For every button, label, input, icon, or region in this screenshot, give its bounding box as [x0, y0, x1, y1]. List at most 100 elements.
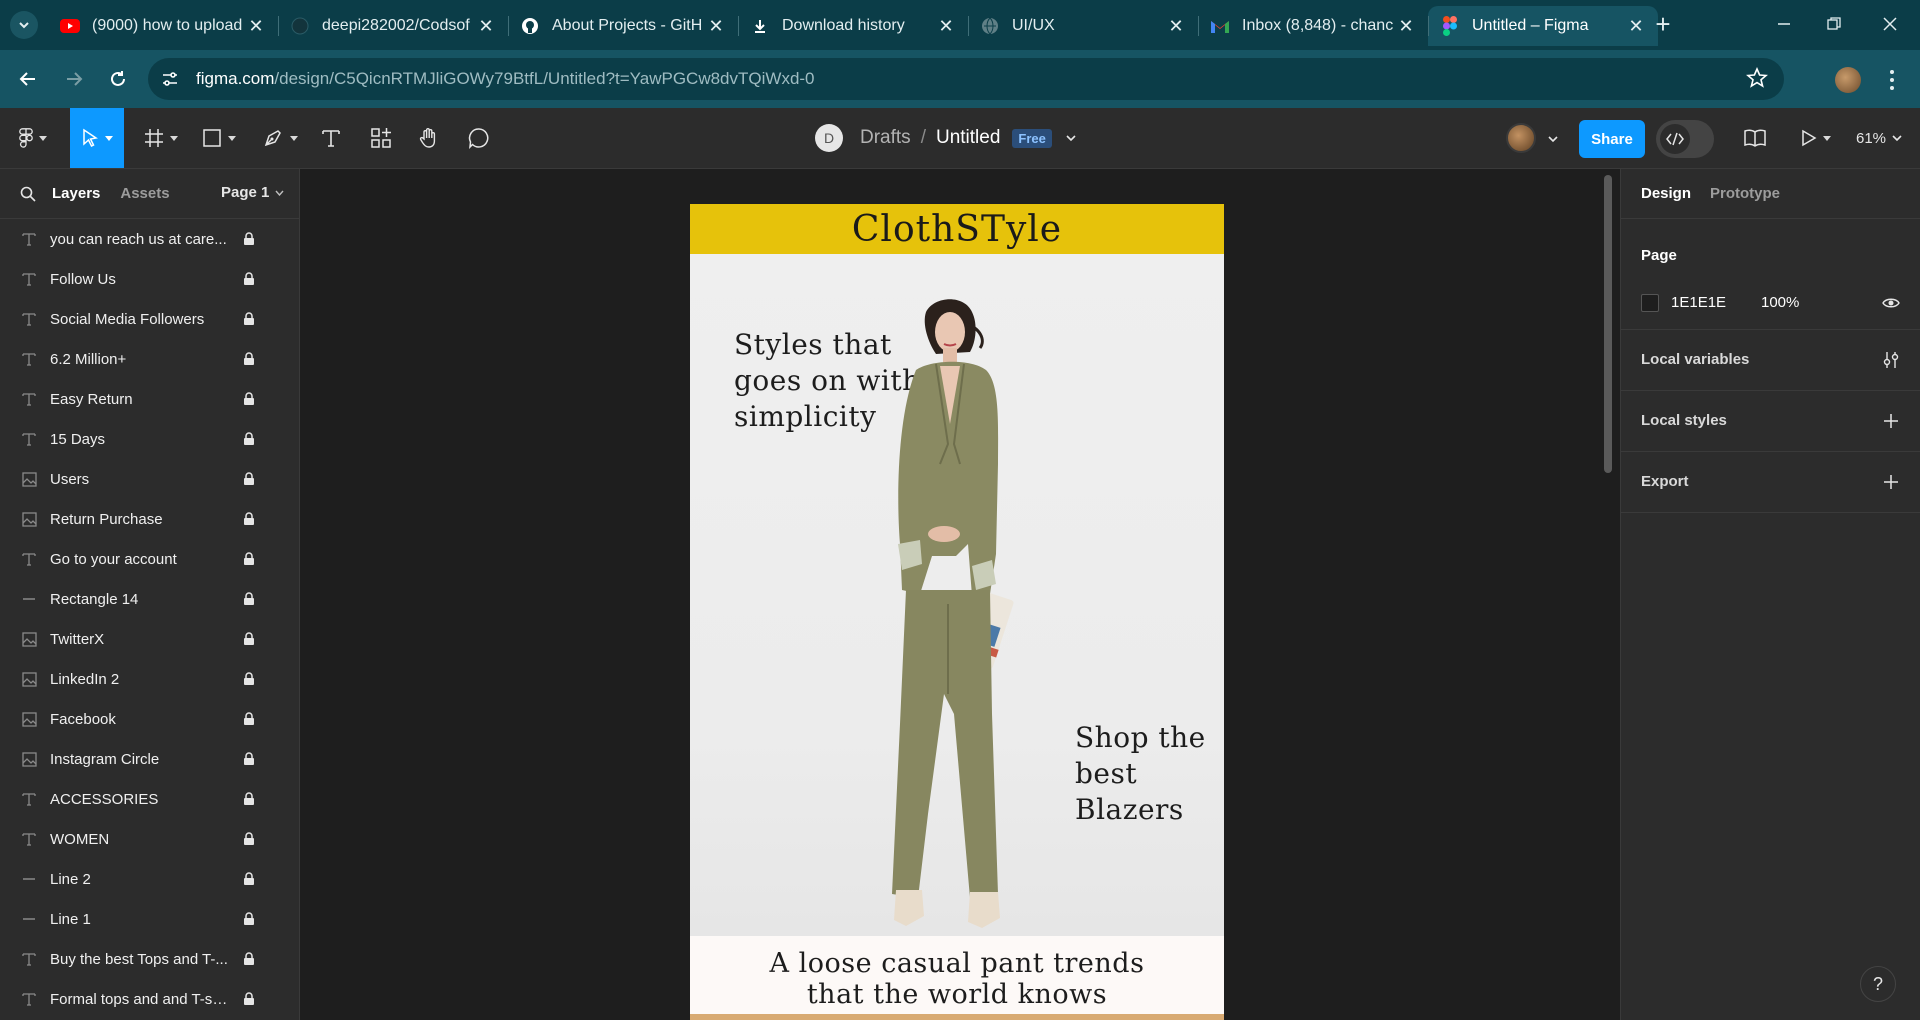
- layer-row[interactable]: Return Purchase: [0, 499, 299, 539]
- lock-icon[interactable]: [243, 232, 255, 246]
- layer-row[interactable]: LinkedIn 2: [0, 659, 299, 699]
- reload-icon[interactable]: [104, 65, 132, 93]
- lock-icon[interactable]: [243, 472, 255, 486]
- layer-row[interactable]: Buy the best Tops and T-...: [0, 939, 299, 979]
- restore-icon[interactable]: [1822, 12, 1846, 36]
- lock-icon[interactable]: [243, 992, 255, 1006]
- page-selector[interactable]: Page 1: [221, 184, 284, 201]
- browser-tab[interactable]: UI/UX ✕: [968, 6, 1198, 46]
- user-avatar[interactable]: [1506, 123, 1536, 153]
- lock-icon[interactable]: [243, 512, 255, 526]
- search-icon[interactable]: [20, 186, 36, 202]
- resources-button[interactable]: [366, 108, 396, 168]
- close-tab-icon[interactable]: ✕: [476, 16, 496, 36]
- lock-icon[interactable]: [243, 272, 255, 286]
- lock-icon[interactable]: [243, 352, 255, 366]
- drafts-link[interactable]: Drafts: [860, 127, 911, 149]
- lock-icon[interactable]: [243, 392, 255, 406]
- eye-icon[interactable]: [1881, 293, 1901, 313]
- chevron-down-icon[interactable]: [1066, 133, 1076, 143]
- close-tab-icon[interactable]: ✕: [246, 16, 266, 36]
- lock-icon[interactable]: [243, 312, 255, 326]
- close-tab-icon[interactable]: ✕: [1166, 16, 1186, 36]
- browser-tab[interactable]: Download history ✕: [738, 6, 968, 46]
- close-tab-icon[interactable]: ✕: [706, 16, 726, 36]
- forward-arrow-icon[interactable]: [60, 65, 88, 93]
- window-close-icon[interactable]: [1878, 12, 1902, 36]
- export-section[interactable]: Export: [1621, 452, 1920, 513]
- help-button[interactable]: ?: [1860, 966, 1896, 1002]
- layer-row[interactable]: Facebook: [0, 699, 299, 739]
- browser-profile-avatar[interactable]: [1835, 67, 1861, 93]
- share-button[interactable]: Share: [1579, 120, 1645, 158]
- zoom-menu[interactable]: 61%: [1856, 108, 1902, 168]
- hand-tool-button[interactable]: [414, 108, 444, 168]
- url-field[interactable]: figma.com/design/C5QicnRTMJliGOWy79BtfL/…: [148, 58, 1784, 100]
- layer-row[interactable]: TwitterX: [0, 619, 299, 659]
- lock-icon[interactable]: [243, 832, 255, 846]
- plan-badge[interactable]: Free: [1012, 128, 1052, 148]
- layer-row[interactable]: Line 2: [0, 859, 299, 899]
- lock-icon[interactable]: [243, 792, 255, 806]
- variables-settings-icon[interactable]: [1881, 350, 1901, 370]
- lock-icon[interactable]: [243, 752, 255, 766]
- layer-row[interactable]: Instagram Circle: [0, 739, 299, 779]
- layer-row[interactable]: 6.2 Million+: [0, 339, 299, 379]
- canvas-scrollbar[interactable]: [1604, 175, 1612, 473]
- new-tab-button[interactable]: +: [1650, 11, 1676, 38]
- plus-icon[interactable]: [1881, 472, 1901, 492]
- pen-tool-button[interactable]: [258, 108, 302, 168]
- lock-icon[interactable]: [243, 632, 255, 646]
- tab-design[interactable]: Design: [1641, 185, 1691, 202]
- browser-tab[interactable]: Inbox (8,848) - chanc ✕: [1198, 6, 1428, 46]
- plus-icon[interactable]: [1881, 411, 1901, 431]
- layer-row[interactable]: Easy Return: [0, 379, 299, 419]
- layer-row[interactable]: Follow Us: [0, 259, 299, 299]
- layer-row[interactable]: Rectangle 14: [0, 579, 299, 619]
- browser-tab-active[interactable]: Untitled – Figma ✕: [1428, 6, 1658, 46]
- comment-tool-button[interactable]: [464, 108, 494, 168]
- tab-prototype[interactable]: Prototype: [1710, 185, 1780, 202]
- tab-assets[interactable]: Assets: [120, 185, 169, 202]
- layer-row[interactable]: Formal tops and and T-sh...: [0, 979, 299, 1019]
- tab-search-button[interactable]: [10, 11, 38, 39]
- lock-icon[interactable]: [243, 872, 255, 886]
- lock-icon[interactable]: [243, 952, 255, 966]
- layer-row[interactable]: 15 Days: [0, 419, 299, 459]
- library-button[interactable]: [1740, 108, 1770, 168]
- text-tool-button[interactable]: [316, 108, 346, 168]
- page-color-swatch[interactable]: [1641, 294, 1659, 312]
- dev-mode-toggle[interactable]: [1656, 120, 1714, 158]
- site-info-icon[interactable]: [158, 67, 182, 91]
- close-tab-icon[interactable]: ✕: [1626, 16, 1646, 36]
- move-tool-button[interactable]: [70, 108, 124, 168]
- browser-tab[interactable]: deepi282002/Codsof ✕: [278, 6, 508, 46]
- lock-icon[interactable]: [243, 552, 255, 566]
- lock-icon[interactable]: [243, 912, 255, 926]
- browser-menu-icon[interactable]: [1882, 66, 1902, 94]
- layer-row[interactable]: Go to your account: [0, 539, 299, 579]
- page-opacity[interactable]: 100%: [1761, 294, 1799, 311]
- lock-icon[interactable]: [243, 432, 255, 446]
- tab-layers[interactable]: Layers: [52, 185, 100, 202]
- layer-row[interactable]: you can reach us at care...: [0, 219, 299, 259]
- main-menu-button[interactable]: [10, 108, 56, 168]
- minimize-icon[interactable]: [1772, 12, 1796, 36]
- browser-tab[interactable]: About Projects - GitH ✕: [508, 6, 738, 46]
- file-name[interactable]: Untitled: [936, 127, 1000, 149]
- lock-icon[interactable]: [243, 672, 255, 686]
- present-button[interactable]: [1796, 108, 1836, 168]
- lock-icon[interactable]: [243, 592, 255, 606]
- shape-tool-button[interactable]: [198, 108, 240, 168]
- close-tab-icon[interactable]: ✕: [936, 16, 956, 36]
- back-arrow-icon[interactable]: [14, 65, 42, 93]
- lock-icon[interactable]: [243, 712, 255, 726]
- layer-row[interactable]: Line 1: [0, 899, 299, 939]
- page-color-hex[interactable]: 1E1E1E: [1671, 294, 1726, 311]
- layer-row[interactable]: Users: [0, 459, 299, 499]
- chevron-down-icon[interactable]: [1548, 135, 1558, 143]
- close-tab-icon[interactable]: ✕: [1396, 16, 1416, 36]
- bookmark-star-icon[interactable]: [1746, 66, 1770, 91]
- layer-row[interactable]: Social Media Followers: [0, 299, 299, 339]
- layer-row[interactable]: WOMEN: [0, 819, 299, 859]
